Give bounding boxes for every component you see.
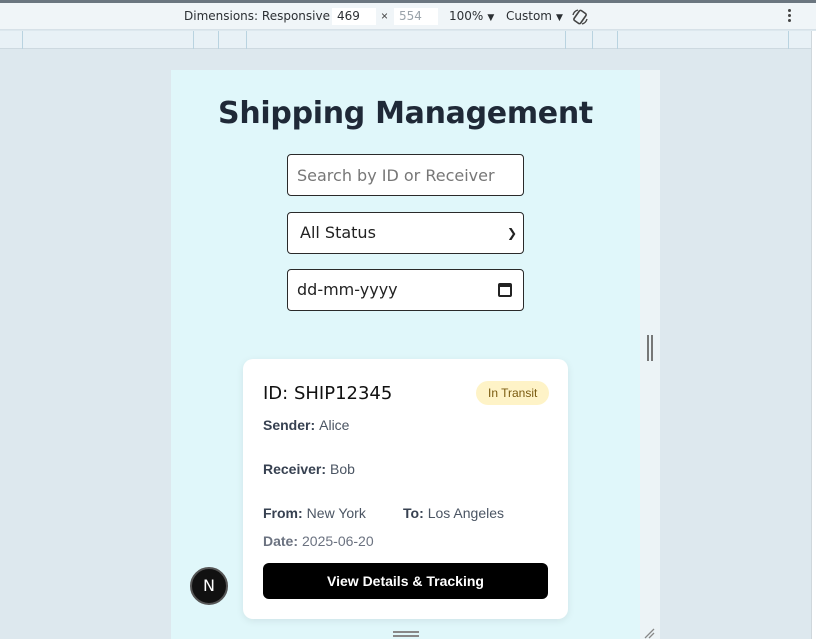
page-title: Shipping Management xyxy=(218,96,593,131)
calendar-icon[interactable] xyxy=(498,283,512,297)
resize-handle-corner[interactable] xyxy=(643,627,655,639)
date-label: Date: xyxy=(263,533,299,549)
resize-handle-bottom[interactable] xyxy=(393,631,419,637)
to-label: To: xyxy=(403,505,424,521)
status-badge: In Transit xyxy=(476,381,550,405)
width-input[interactable]: 469 xyxy=(332,8,376,25)
emulated-viewport: Shipping Management All Status ❯ dd-mm-y… xyxy=(171,70,640,639)
sender-value: Alice xyxy=(319,417,350,433)
caret-down-icon: ▼ xyxy=(487,13,495,23)
resize-handle-right[interactable] xyxy=(647,335,653,361)
search-input[interactable] xyxy=(287,154,524,196)
dimensions-dropdown[interactable]: Dimensions: Responsive▼ xyxy=(184,3,341,30)
device-toolbar: Dimensions: Responsive▼ 469 × 554 100%▼ … xyxy=(0,3,816,30)
chevron-down-icon: ❯ xyxy=(506,226,517,240)
times-separator: × xyxy=(381,9,389,23)
dimensions-label: Dimensions: Responsive xyxy=(184,9,330,23)
from-label: From: xyxy=(263,505,303,521)
status-select[interactable]: All Status ❯ xyxy=(287,212,524,254)
to-row: To: Los Angeles xyxy=(403,505,504,521)
height-input[interactable]: 554 xyxy=(394,8,438,25)
throttle-label: Custom xyxy=(506,9,552,23)
rotate-icon[interactable] xyxy=(571,8,589,26)
sender-label: Sender: xyxy=(263,417,316,433)
date-placeholder: dd-mm-yyyy xyxy=(297,280,398,299)
zoom-dropdown[interactable]: 100% ▼ xyxy=(449,3,494,30)
status-select-value: All Status xyxy=(300,223,376,242)
date-input[interactable]: dd-mm-yyyy xyxy=(287,269,524,311)
date-value: 2025-06-20 xyxy=(302,533,374,549)
shipment-id: ID: SHIP12345 xyxy=(263,383,393,404)
throttle-dropdown[interactable]: Custom ▼ xyxy=(506,3,563,30)
receiver-row: Receiver: Bob xyxy=(263,461,355,477)
devtools-edge xyxy=(811,31,816,639)
receiver-value: Bob xyxy=(330,461,355,477)
to-value: Los Angeles xyxy=(427,505,505,521)
from-row: From: New York xyxy=(263,505,366,521)
receiver-label: Receiver: xyxy=(263,461,327,477)
date-row: Date: 2025-06-20 xyxy=(263,533,374,549)
zoom-label: 100% xyxy=(449,9,484,23)
media-query-ruler xyxy=(0,31,816,49)
more-vert-icon[interactable] xyxy=(783,8,795,25)
shipment-card: ID: SHIP12345 In Transit Sender: Alice Re… xyxy=(243,359,568,619)
sender-row: Sender: Alice xyxy=(263,417,349,433)
nextjs-dev-badge[interactable]: N xyxy=(190,567,228,605)
view-details-button[interactable]: View Details & Tracking xyxy=(263,563,548,599)
from-value: New York xyxy=(306,505,366,521)
caret-down-icon: ▼ xyxy=(555,13,563,23)
